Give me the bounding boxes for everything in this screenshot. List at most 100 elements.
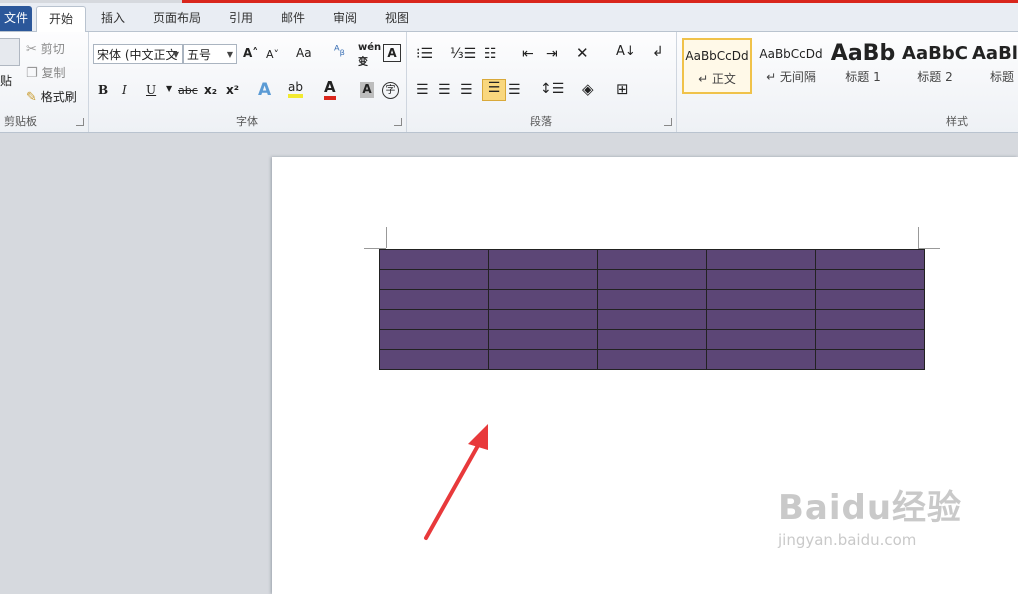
shading-icon[interactable]: ◈ xyxy=(582,80,594,98)
table-cell[interactable] xyxy=(706,309,816,330)
enclose-char-icon[interactable]: 字 xyxy=(382,82,399,99)
table-cell[interactable] xyxy=(815,349,925,370)
clear-format-icon[interactable]: ᴬᵦ xyxy=(334,44,345,59)
tab-references[interactable]: 引用 xyxy=(220,6,262,31)
paste-icon[interactable] xyxy=(0,38,20,66)
table-cell[interactable] xyxy=(706,349,816,370)
table-cell[interactable] xyxy=(815,309,925,330)
cut-button[interactable]: ✂ 剪切 xyxy=(26,40,65,57)
style-heading-1[interactable]: AaBb 标题 1 xyxy=(828,38,898,94)
table-cell[interactable] xyxy=(706,329,816,350)
distributed-icon[interactable]: ☰ xyxy=(508,82,521,98)
tab-mailings[interactable]: 邮件 xyxy=(272,6,314,31)
table-cell[interactable] xyxy=(597,269,707,290)
table-cell[interactable] xyxy=(488,329,598,350)
paragraph-launcher-icon[interactable] xyxy=(664,118,672,126)
tab-page-layout[interactable]: 页面布局 xyxy=(144,6,210,31)
superscript-button[interactable]: x² xyxy=(226,83,239,97)
table-cell[interactable] xyxy=(597,349,707,370)
align-center-icon[interactable]: ☰ xyxy=(438,82,451,98)
paste-button[interactable]: 贴 xyxy=(0,72,12,89)
format-painter-button[interactable]: ✎ 格式刷 xyxy=(26,88,77,105)
clipboard-launcher-icon[interactable] xyxy=(76,118,84,126)
table-cell[interactable] xyxy=(379,289,489,310)
subscript-button[interactable]: x₂ xyxy=(204,83,217,97)
table-cell[interactable] xyxy=(815,269,925,290)
tab-insert[interactable]: 插入 xyxy=(92,6,134,31)
table-row xyxy=(379,309,925,330)
font-name-value: 宋体 (中文正文 xyxy=(97,48,178,62)
line-spacing-icon[interactable]: ↕☰ xyxy=(540,81,564,97)
align-right-icon[interactable]: ☰ xyxy=(460,82,473,98)
chevron-down-icon[interactable]: ▼ xyxy=(166,84,172,93)
style-normal[interactable]: AaBbCcDd ↵ 正文 xyxy=(682,38,752,94)
phonetic-guide-icon[interactable]: wén 变 xyxy=(358,42,381,68)
table-cell[interactable] xyxy=(706,289,816,310)
sort-icon[interactable]: A↓ xyxy=(616,44,636,59)
strikethrough-button[interactable]: abc xyxy=(178,84,198,97)
style-name: 标题 1 xyxy=(845,70,881,84)
table-cell[interactable] xyxy=(488,269,598,290)
multilevel-list-icon[interactable]: ☷ xyxy=(484,46,497,62)
increase-indent-icon[interactable]: ⇥ xyxy=(546,46,558,62)
numbering-icon[interactable]: ⅓☰ xyxy=(450,46,476,62)
table-cell[interactable] xyxy=(488,289,598,310)
table-cell[interactable] xyxy=(706,269,816,290)
highlight-icon[interactable]: ab xyxy=(288,80,303,98)
tab-review[interactable]: 审阅 xyxy=(324,6,366,31)
table-cell[interactable] xyxy=(706,249,816,270)
borders-icon[interactable]: ⊞ xyxy=(616,80,629,98)
style-sample: AaBbCcDd xyxy=(685,49,749,63)
change-case-button[interactable]: Aa xyxy=(296,46,312,60)
group-label-styles: 样式 xyxy=(946,115,968,128)
crop-mark xyxy=(918,227,919,248)
font-size-select[interactable]: 五号 ▼ xyxy=(183,44,237,64)
watermark-url: jingyan.baidu.com xyxy=(778,531,917,549)
char-shading-icon[interactable]: A xyxy=(360,82,374,98)
char-border-icon[interactable]: A xyxy=(383,44,401,62)
table-row xyxy=(379,249,925,270)
table-cell[interactable] xyxy=(488,249,598,270)
table-cell[interactable] xyxy=(815,249,925,270)
asian-layout-icon[interactable]: ✕ xyxy=(576,44,589,62)
table-cell[interactable] xyxy=(597,329,707,350)
shrink-font-button[interactable]: A˅ xyxy=(266,48,279,61)
font-color-icon[interactable]: A xyxy=(324,78,336,100)
table-cell[interactable] xyxy=(815,329,925,350)
tab-file[interactable]: 文件 xyxy=(0,6,32,31)
grow-font-button[interactable]: A˄ xyxy=(243,46,258,60)
table-cell[interactable] xyxy=(379,309,489,330)
table-cell[interactable] xyxy=(379,329,489,350)
bold-button[interactable]: B xyxy=(98,83,108,97)
style-title[interactable]: AaBl 标题 xyxy=(972,38,1018,94)
style-no-spacing[interactable]: AaBbCcDd ↵ 无间隔 xyxy=(756,38,826,94)
text-effects-icon[interactable]: A xyxy=(258,80,271,100)
table-cell[interactable] xyxy=(488,349,598,370)
underline-button[interactable]: U xyxy=(146,83,156,97)
font-launcher-icon[interactable] xyxy=(394,118,402,126)
style-heading-2[interactable]: AaBbC 标题 2 xyxy=(900,38,970,94)
bullets-icon[interactable]: ⁝☰ xyxy=(416,46,433,62)
group-font: 宋体 (中文正文 ▼ 五号 ▼ A˄ A˅ Aa ᴬᵦ wén 变 A B I U… xyxy=(88,32,407,132)
font-name-select[interactable]: 宋体 (中文正文 ▼ xyxy=(93,44,183,64)
table-cell[interactable] xyxy=(488,309,598,330)
table-cell[interactable] xyxy=(379,249,489,270)
align-left-icon[interactable]: ☰ xyxy=(416,82,429,98)
table-cell[interactable] xyxy=(597,289,707,310)
table-cell[interactable] xyxy=(379,269,489,290)
table-cell[interactable] xyxy=(597,249,707,270)
copy-button[interactable]: ❐ 复制 xyxy=(26,64,66,81)
group-label-paragraph: 段落 xyxy=(530,115,552,128)
format-painter-label: 格式刷 xyxy=(40,90,77,104)
table-cell[interactable] xyxy=(597,309,707,330)
decrease-indent-icon[interactable]: ⇤ xyxy=(522,46,534,62)
show-marks-icon[interactable]: ↲ xyxy=(652,44,664,60)
tab-view[interactable]: 视图 xyxy=(376,6,418,31)
baidu-watermark: Baidu经验 jingyan.baidu.com xyxy=(778,480,962,549)
justify-icon[interactable]: ☰ xyxy=(482,79,506,101)
table-cell[interactable] xyxy=(815,289,925,310)
document-table[interactable] xyxy=(379,249,925,370)
tab-home[interactable]: 开始 xyxy=(36,6,86,33)
italic-button[interactable]: I xyxy=(122,83,127,97)
table-cell[interactable] xyxy=(379,349,489,370)
